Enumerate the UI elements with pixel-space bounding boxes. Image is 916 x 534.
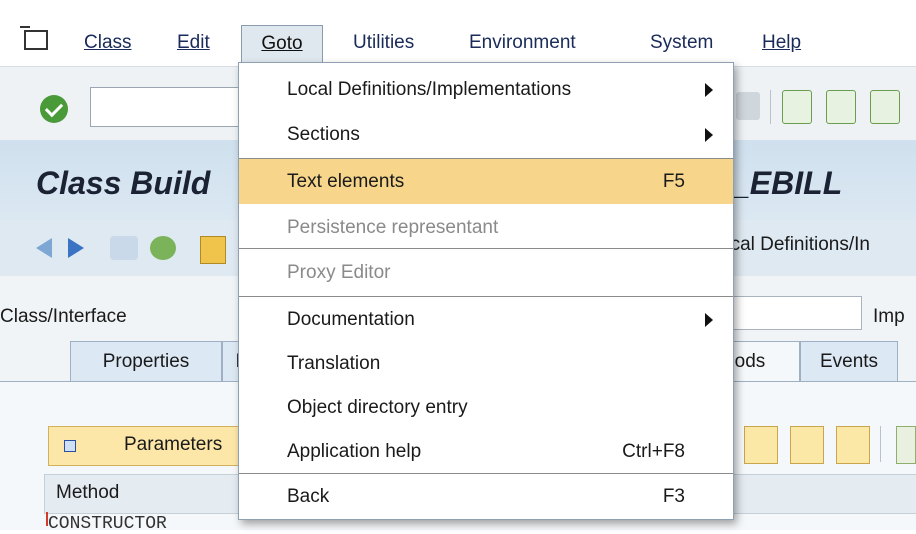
enter-checkmark-icon[interactable] <box>40 95 68 123</box>
menu-icon[interactable] <box>20 26 48 50</box>
method-row-constructor[interactable]: CONSTRUCTOR <box>48 514 167 534</box>
menu-item-label: Local Definitions/Implementations <box>287 79 572 100</box>
menu-utilities[interactable]: Utilities <box>353 26 414 60</box>
menu-system-label: System <box>650 32 714 53</box>
parameters-icon <box>64 440 76 452</box>
menu-class-label: Class <box>84 32 132 53</box>
display-change-icon[interactable] <box>110 236 138 260</box>
tab-events[interactable]: Events <box>800 341 898 383</box>
method-column-label: Method <box>56 482 120 503</box>
class-interface-label: Class/Interface <box>0 306 127 327</box>
previous-page-icon[interactable] <box>826 90 856 124</box>
menu-item-back[interactable]: Back F3 <box>239 474 733 519</box>
menu-item-label: Translation <box>287 353 381 374</box>
submenu-arrow-icon <box>705 313 713 327</box>
menu-system[interactable]: System <box>650 26 713 60</box>
toolbar-divider <box>880 426 881 462</box>
next-page-icon[interactable] <box>870 90 900 124</box>
menu-environment-label: Environment <box>469 32 576 53</box>
menu-separator <box>239 248 733 249</box>
menu-class[interactable]: Class <box>84 26 132 60</box>
submenu-arrow-icon <box>705 83 713 97</box>
menu-item-application-help[interactable]: Application help Ctrl+F8 <box>239 429 733 474</box>
class-interface-field[interactable] <box>720 296 862 330</box>
local-definitions-button-label[interactable]: ocal Definitions/In <box>720 234 870 256</box>
menu-item-label: Application help <box>287 441 422 462</box>
menu-item-proxy-editor: Proxy Editor <box>239 250 733 295</box>
goto-dropdown-menu: Local Definitions/Implementations Sectio… <box>238 62 734 520</box>
menu-goto-label: Goto <box>261 33 303 54</box>
forward-arrow-icon[interactable] <box>68 238 84 258</box>
copy-icon[interactable] <box>790 426 824 464</box>
find-icon[interactable] <box>736 92 760 120</box>
tab-methods-label: ods <box>734 351 766 372</box>
command-field[interactable] <box>90 87 242 127</box>
tab-events-label: Events <box>819 351 879 372</box>
menu-item-shortcut: Ctrl+F8 <box>622 441 685 462</box>
menu-environment[interactable]: Environment <box>469 26 576 60</box>
tab-properties-label: Properties <box>102 351 190 372</box>
submenu-arrow-icon <box>705 128 713 142</box>
page-title-suffix: _EBILL <box>732 165 843 201</box>
menu-item-label: Back <box>287 486 330 507</box>
menu-item-shortcut: F5 <box>662 171 685 192</box>
first-page-icon[interactable] <box>782 90 812 124</box>
menu-item-translation[interactable]: Translation <box>239 341 733 386</box>
menu-item-label: Documentation <box>287 309 415 330</box>
menu-item-sections[interactable]: Sections <box>239 112 733 157</box>
activate-icon[interactable] <box>150 236 176 260</box>
menu-item-text-elements[interactable]: Text elements F5 <box>239 159 733 204</box>
menu-item-label: Persistence representant <box>287 217 499 238</box>
menu-help-label: Help <box>762 32 802 53</box>
back-arrow-icon[interactable] <box>36 238 52 258</box>
menu-goto[interactable]: Goto <box>241 25 323 62</box>
insert-row-icon[interactable] <box>836 426 870 464</box>
source-code-icon[interactable] <box>744 426 778 464</box>
page-title: Class Build <box>36 165 211 201</box>
more-tools-icon[interactable] <box>896 426 916 464</box>
menu-utilities-label: Utilities <box>353 32 415 53</box>
menu-item-label: Sections <box>287 124 360 145</box>
menu-item-documentation[interactable]: Documentation <box>239 297 733 342</box>
menu-item-shortcut: F3 <box>662 486 685 507</box>
menu-item-local-definitions[interactable]: Local Definitions/Implementations <box>239 67 733 112</box>
tab-properties[interactable]: Properties <box>70 341 222 383</box>
parameters-button-label: Parameters <box>124 434 223 455</box>
menu-item-persistence-representant: Persistence representant <box>239 205 733 250</box>
implemented-label: Imp <box>873 306 905 327</box>
menu-item-label: Object directory entry <box>287 397 468 418</box>
menu-help[interactable]: Help <box>762 26 801 60</box>
toolbar-divider <box>770 90 771 124</box>
object-list-icon[interactable] <box>200 236 226 264</box>
menu-item-label: Text elements <box>287 171 405 192</box>
menu-item-label: Proxy Editor <box>287 262 391 283</box>
menu-edit[interactable]: Edit <box>177 26 210 60</box>
menu-edit-label: Edit <box>177 32 210 53</box>
menu-item-object-directory-entry[interactable]: Object directory entry <box>239 385 733 430</box>
